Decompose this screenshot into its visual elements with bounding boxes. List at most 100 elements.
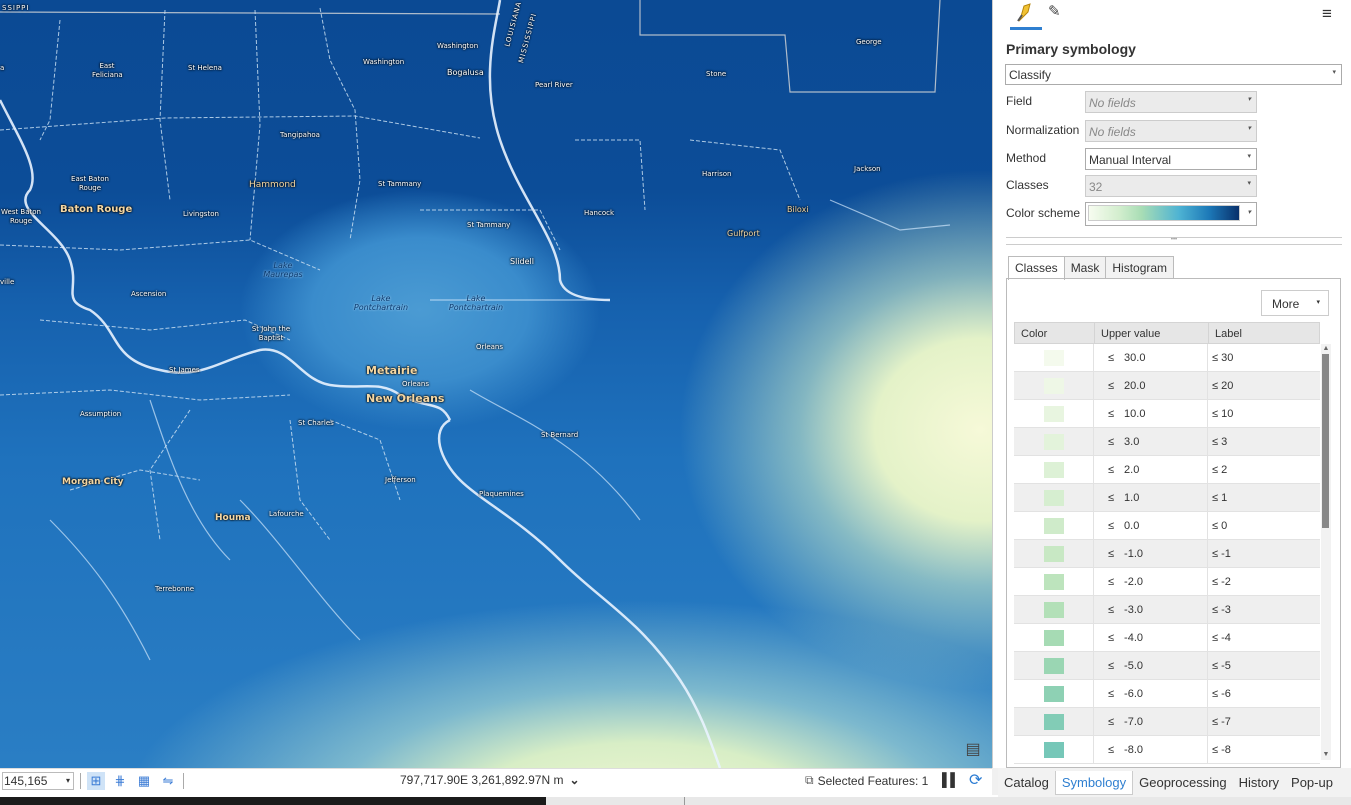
table-row[interactable]: ≤ -8.0 ≤ -8 xyxy=(1014,735,1320,764)
class-upper-value-cell[interactable]: ≤ -8.0 xyxy=(1094,735,1208,764)
table-row[interactable]: ≤10.0 ≤ 10 xyxy=(1014,399,1320,428)
tab-catalog[interactable]: Catalog xyxy=(998,771,1055,795)
table-row[interactable]: ≤ -6.0 ≤ -6 xyxy=(1014,679,1320,708)
class-upper-value-cell[interactable]: ≤ -6.0 xyxy=(1094,679,1208,708)
grid-snapping-icon[interactable]: ⋕ xyxy=(111,772,129,790)
class-upper-value-cell[interactable]: ≤1.0 xyxy=(1094,483,1208,512)
table-row[interactable]: ≤3.0 ≤ 3 xyxy=(1014,427,1320,456)
resize-grip[interactable]: ••• xyxy=(1006,237,1342,245)
class-color-cell[interactable] xyxy=(1014,483,1094,512)
tab-geoprocessing[interactable]: Geoprocessing xyxy=(1133,771,1232,795)
scale-dropdown[interactable]: 145,165 ▾ xyxy=(2,771,74,790)
table-row[interactable]: ≤30.0 ≤ 30 xyxy=(1014,343,1320,372)
class-upper-value-cell[interactable]: ≤ -3.0 xyxy=(1094,595,1208,624)
class-upper-value-cell[interactable]: ≤ -1.0 xyxy=(1094,539,1208,568)
class-upper-value-cell[interactable]: ≤0.0 xyxy=(1094,511,1208,540)
overview-icon[interactable]: ▤ xyxy=(962,740,984,760)
class-upper-value-cell[interactable]: ≤ -7.0 xyxy=(1094,707,1208,736)
class-label-cell[interactable]: ≤ 30 xyxy=(1208,344,1318,372)
table-row[interactable]: ≤0.0 ≤ 0 xyxy=(1014,511,1320,540)
method-dropdown[interactable]: Manual Interval ▾ xyxy=(1085,148,1257,170)
pause-drawing-icon[interactable]: ▌▌ xyxy=(942,772,959,787)
table-row[interactable]: ≤ -4.0 ≤ -4 xyxy=(1014,623,1320,652)
class-color-cell[interactable] xyxy=(1014,371,1094,400)
tab-primary-symbology[interactable] xyxy=(1010,0,1044,30)
color-swatch[interactable] xyxy=(1044,545,1064,562)
color-scheme-dropdown[interactable]: ▾ xyxy=(1085,202,1257,226)
class-label-cell[interactable]: ≤ -6 xyxy=(1208,680,1318,708)
class-label-cell[interactable]: ≤ 1 xyxy=(1208,484,1318,512)
class-color-cell[interactable] xyxy=(1014,651,1094,680)
color-swatch[interactable] xyxy=(1044,377,1064,394)
class-upper-value-cell[interactable]: ≤20.0 xyxy=(1094,371,1208,400)
color-swatch[interactable] xyxy=(1044,489,1064,506)
fixed-zoom-in-icon[interactable]: ⊞ xyxy=(87,771,105,790)
class-upper-value-cell[interactable]: ≤10.0 xyxy=(1094,399,1208,428)
renderer-dropdown[interactable]: Classify ▾ xyxy=(1005,64,1342,85)
table-row[interactable]: ≤ -5.0 ≤ -5 xyxy=(1014,651,1320,680)
table-row[interactable]: ≤ -7.0 ≤ -7 xyxy=(1014,707,1320,736)
color-swatch[interactable] xyxy=(1044,685,1064,702)
class-color-cell[interactable] xyxy=(1014,735,1094,764)
color-swatch[interactable] xyxy=(1044,461,1064,478)
table-row[interactable]: ≤2.0 ≤ 2 xyxy=(1014,455,1320,484)
color-swatch[interactable] xyxy=(1044,405,1064,422)
class-label-cell[interactable]: ≤ -7 xyxy=(1208,708,1318,736)
column-header-label[interactable]: Label xyxy=(1209,323,1319,343)
class-label-cell[interactable]: ≤ 0 xyxy=(1208,512,1318,540)
table-row[interactable]: ≤ -1.0 ≤ -1 xyxy=(1014,539,1320,568)
class-color-cell[interactable] xyxy=(1014,595,1094,624)
color-swatch[interactable] xyxy=(1044,657,1064,674)
table-row[interactable]: ≤ -3.0 ≤ -3 xyxy=(1014,595,1320,624)
class-upper-value-cell[interactable]: ≤ -4.0 xyxy=(1094,623,1208,652)
class-upper-value-cell[interactable]: ≤ -2.0 xyxy=(1094,567,1208,596)
tab-label-symbology[interactable]: ✎ xyxy=(1044,0,1078,28)
class-label-cell[interactable]: ≤ 3 xyxy=(1208,428,1318,456)
class-label-cell[interactable]: ≤ -4 xyxy=(1208,624,1318,652)
tab-popup[interactable]: Pop-up xyxy=(1285,771,1339,795)
class-color-cell[interactable] xyxy=(1014,455,1094,484)
class-upper-value-cell[interactable]: ≤ -5.0 xyxy=(1094,651,1208,680)
class-label-cell[interactable]: ≤ -5 xyxy=(1208,652,1318,680)
class-label-cell[interactable]: ≤ 10 xyxy=(1208,400,1318,428)
class-upper-value-cell[interactable]: ≤2.0 xyxy=(1094,455,1208,484)
class-color-cell[interactable] xyxy=(1014,399,1094,428)
more-button[interactable]: More ▾ xyxy=(1261,290,1329,316)
color-swatch[interactable] xyxy=(1044,573,1064,590)
scroll-down-icon[interactable]: ▼ xyxy=(1321,750,1331,760)
color-swatch[interactable] xyxy=(1044,349,1064,366)
class-color-cell[interactable] xyxy=(1014,539,1094,568)
column-header-upper-value[interactable]: Upper value xyxy=(1095,323,1209,343)
table-icon[interactable]: ▦ xyxy=(135,772,153,790)
class-upper-value-cell[interactable]: ≤30.0 xyxy=(1094,343,1208,372)
coordinate-readout[interactable]: 797,717.90E 3,261,892.97N m ⌄ xyxy=(400,773,580,787)
class-upper-value-cell[interactable]: ≤3.0 xyxy=(1094,427,1208,456)
class-color-cell[interactable] xyxy=(1014,623,1094,652)
class-color-cell[interactable] xyxy=(1014,343,1094,372)
table-scrollbar[interactable]: ▲ ▼ xyxy=(1321,344,1331,760)
scroll-up-icon[interactable]: ▲ xyxy=(1321,344,1331,354)
table-row[interactable]: ≤1.0 ≤ 1 xyxy=(1014,483,1320,512)
class-label-cell[interactable]: ≤ -8 xyxy=(1208,736,1318,764)
color-swatch[interactable] xyxy=(1044,601,1064,618)
class-label-cell[interactable]: ≤ -2 xyxy=(1208,568,1318,596)
refresh-icon[interactable]: ⟳ xyxy=(969,770,982,790)
tab-histogram[interactable]: Histogram xyxy=(1105,256,1175,279)
menu-icon[interactable]: ≡ xyxy=(1322,4,1332,24)
tab-symbology[interactable]: Symbology xyxy=(1054,770,1134,795)
class-color-cell[interactable] xyxy=(1014,427,1094,456)
column-header-color[interactable]: Color xyxy=(1015,323,1095,343)
direction-icon[interactable]: ⇋ xyxy=(159,772,177,790)
scroll-thumb[interactable] xyxy=(1322,354,1329,528)
table-row[interactable]: ≤ -2.0 ≤ -2 xyxy=(1014,567,1320,596)
tab-classes[interactable]: Classes xyxy=(1008,256,1065,280)
color-swatch[interactable] xyxy=(1044,517,1064,534)
table-row[interactable]: ≤20.0 ≤ 20 xyxy=(1014,371,1320,400)
class-label-cell[interactable]: ≤ -3 xyxy=(1208,596,1318,624)
class-label-cell[interactable]: ≤ 20 xyxy=(1208,372,1318,400)
class-color-cell[interactable] xyxy=(1014,511,1094,540)
class-color-cell[interactable] xyxy=(1014,707,1094,736)
class-label-cell[interactable]: ≤ -1 xyxy=(1208,540,1318,568)
class-color-cell[interactable] xyxy=(1014,567,1094,596)
class-label-cell[interactable]: ≤ 2 xyxy=(1208,456,1318,484)
